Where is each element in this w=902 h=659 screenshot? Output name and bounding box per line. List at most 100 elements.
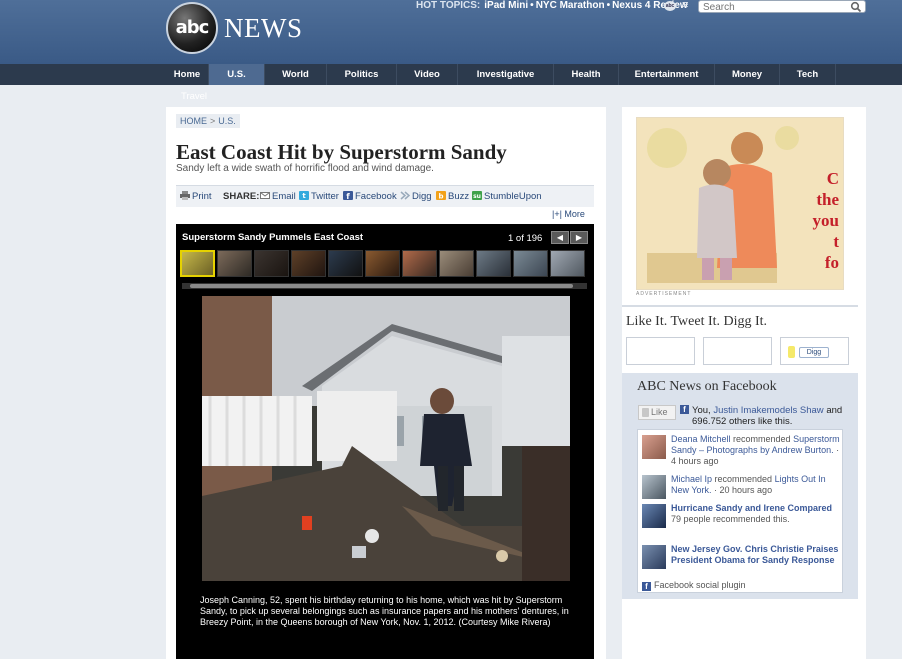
nav-money[interactable]: Money [715, 64, 780, 85]
hot-topic-separator: • [606, 0, 611, 11]
share-buzz-link[interactable]: b Buzz [436, 191, 469, 202]
plugin-label: Facebook social plugin [654, 580, 746, 590]
nav-entertainment[interactable]: Entertainment [619, 64, 715, 85]
scrollbar-knob[interactable] [190, 284, 573, 288]
feed-item-text: Deana Mitchell recommended Superstorm Sa… [671, 434, 841, 467]
share-email-link[interactable]: Email [260, 191, 296, 202]
breadcrumb-separator: > [210, 116, 216, 126]
nav-travel[interactable]: Travel [181, 91, 207, 102]
nav-us[interactable]: U.S. [209, 64, 265, 85]
logo-news-text: NEWS [224, 13, 303, 43]
thumbnail-scrollbar[interactable] [182, 283, 587, 289]
share-facebook-link[interactable]: f Facebook [343, 191, 397, 202]
gallery-thumbnail[interactable] [365, 250, 400, 277]
gallery-thumbnail[interactable] [402, 250, 437, 277]
svg-text:b: b [438, 193, 443, 201]
feed-story-link[interactable]: Hurricane Sandy and Irene Compared [671, 503, 832, 513]
svg-text:f: f [346, 192, 350, 200]
abc-mini-logo-icon[interactable]: abc [664, 1, 676, 11]
digg-count-icon [788, 346, 795, 358]
buzz-icon: b [436, 191, 446, 200]
feed-action-text: recommended [730, 434, 794, 444]
gallery-next-button[interactable]: ▶ [570, 231, 588, 244]
gallery-thumbnail[interactable] [476, 250, 511, 277]
search-icon[interactable] [850, 1, 862, 13]
facebook-module-title: ABC News on Facebook [637, 379, 777, 394]
story-thumbnail[interactable] [642, 545, 666, 569]
like-and-text: and [826, 405, 843, 416]
twitter-label: Twitter [311, 191, 339, 202]
digg-button[interactable]: Digg [799, 347, 829, 358]
feed-story-link[interactable]: New Jersey Gov. Chris Christie Praises P… [671, 544, 838, 565]
share-stumbleupon-link[interactable]: su StumbleUpon [472, 191, 542, 202]
more-share-link[interactable]: |+| More [552, 209, 585, 219]
facebook-like-count: You, Justin Imakemodels Shaw and 696,752… [692, 405, 852, 424]
tweet-widget[interactable] [703, 337, 772, 365]
photo-gallery: Superstorm Sandy Pummels East Coast 1 of… [176, 224, 594, 659]
nav-politics[interactable]: Politics [327, 64, 397, 85]
gallery-thumbnail[interactable] [550, 250, 585, 277]
gallery-thumbnail[interactable] [439, 250, 474, 277]
gallery-prev-button[interactable]: ◀ [551, 231, 569, 244]
hot-topic-nyc-marathon[interactable]: NYC Marathon [536, 0, 605, 11]
gallery-thumbnail[interactable] [254, 250, 289, 277]
nav-health[interactable]: Health [554, 64, 619, 85]
gallery-thumbnail[interactable] [180, 250, 215, 277]
facebook-social-plugin-label[interactable]: f Facebook social plugin [642, 580, 746, 591]
espn-e-icon[interactable]: ≡ [682, 0, 693, 11]
nav-investigative[interactable]: Investigative [458, 64, 554, 85]
breadcrumb-us[interactable]: U.S. [218, 116, 236, 126]
digg-widget[interactable]: Digg [780, 337, 849, 365]
breadcrumb-home[interactable]: HOME [180, 116, 207, 126]
hot-topics: HOT TOPICS: iPad Mini • NYC Marathon • Nexus … [416, 0, 688, 11]
thumbnail-strip [180, 250, 585, 278]
digg-icon [400, 191, 410, 200]
feed-timestamp: · 20 hours ago [711, 485, 773, 495]
facebook-activity-feed: Deana Mitchell recommended Superstorm Sa… [637, 429, 843, 593]
email-label: Email [272, 191, 296, 202]
facebook-like-widget[interactable] [626, 337, 695, 365]
feed-action-text: recommended [712, 474, 775, 484]
search-input[interactable] [699, 2, 844, 13]
article-subtitle: Sandy left a wide swath of horrific floo… [176, 163, 434, 174]
share-digg-link[interactable]: Digg [400, 191, 432, 202]
facebook-like-button[interactable]: Like [638, 405, 676, 420]
nav-tech[interactable]: Tech [780, 64, 836, 85]
facebook-icon: f [680, 405, 689, 414]
gallery-main-photo[interactable] [202, 296, 570, 581]
main-content: HOME > U.S. East Coast Hit by Superstorm S… [166, 107, 606, 659]
gallery-thumbnail[interactable] [217, 250, 252, 277]
search-box [698, 0, 866, 13]
feed-recommend-count: 79 people recommended this. [671, 514, 790, 524]
facebook-module: ABC News on Facebook Like f You, Justin … [622, 373, 858, 599]
feed-user-name[interactable]: Deana Mitchell [671, 434, 731, 444]
like-others-text: 696,752 others like this. [692, 416, 793, 424]
nav-video[interactable]: Video [397, 64, 458, 85]
buzz-label: Buzz [448, 191, 470, 202]
share-twitter-link[interactable]: t Twitter [299, 191, 339, 202]
ad-text-line: the [816, 190, 839, 209]
story-thumbnail[interactable] [642, 504, 666, 528]
printer-icon [180, 191, 190, 200]
print-link[interactable]: Print [180, 191, 212, 202]
feed-user-name[interactable]: Michael Ip [671, 474, 712, 484]
hot-topics-label: HOT TOPICS: [416, 0, 481, 11]
breadcrumb: HOME > U.S. [176, 114, 240, 128]
feed-item-text: New Jersey Gov. Chris Christie Praises P… [671, 544, 841, 566]
like-button-label: Like [651, 407, 668, 417]
gallery-thumbnail[interactable] [513, 250, 548, 277]
digg-label: Digg [412, 191, 432, 202]
ad-text-line: fo [824, 253, 839, 272]
nav-world[interactable]: World [265, 64, 327, 85]
avatar[interactable] [642, 435, 666, 459]
abc-news-logo[interactable]: abc NEWS [166, 2, 306, 54]
advertisement-banner[interactable]: C the you t fo [636, 117, 844, 290]
nav-home[interactable]: Home [166, 64, 209, 85]
friend-link[interactable]: Justin Imakemodels Shaw [713, 405, 823, 416]
gallery-thumbnail[interactable] [328, 250, 363, 277]
hot-topic-nexus-4[interactable]: Nexus 4 Review [612, 0, 688, 11]
page-title: East Coast Hit by Superstorm Sandy [176, 140, 507, 164]
avatar[interactable] [642, 475, 666, 499]
hot-topic-ipad-mini[interactable]: iPad Mini [484, 0, 528, 11]
gallery-thumbnail[interactable] [291, 250, 326, 277]
